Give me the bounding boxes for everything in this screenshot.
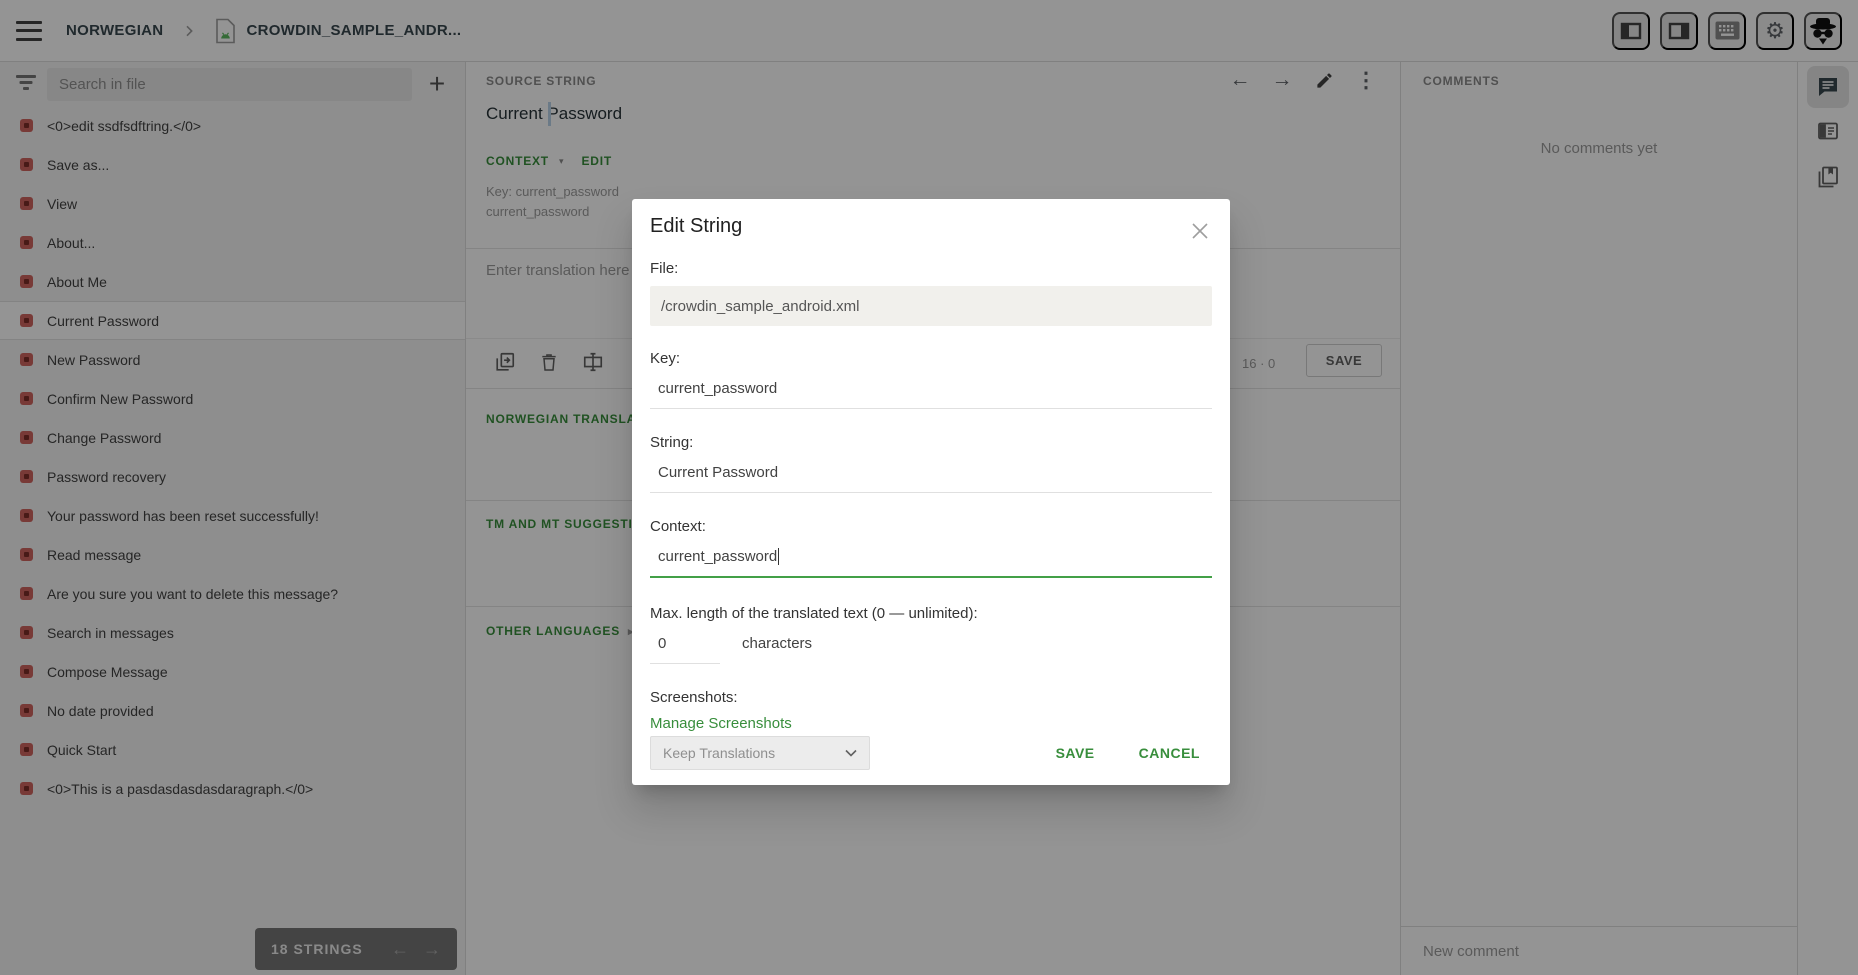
max-length-unit: characters	[742, 635, 812, 652]
string-input[interactable]: Current Password	[650, 451, 1212, 493]
max-length-input[interactable]: 0	[650, 622, 720, 664]
text-caret	[778, 548, 779, 565]
keep-translations-select[interactable]: Keep Translations	[650, 736, 870, 770]
file-field[interactable]: /crowdin_sample_android.xml	[650, 286, 1212, 326]
chevron-down-icon	[845, 749, 857, 757]
context-input[interactable]: current_password	[650, 535, 1212, 578]
file-label: File:	[650, 260, 1212, 277]
context-label: Context:	[650, 518, 1212, 535]
screenshots-label: Screenshots:	[650, 689, 1212, 706]
save-button[interactable]: SAVE	[1056, 745, 1095, 761]
edit-string-modal: Edit String File: /crowdin_sample_androi…	[632, 199, 1230, 785]
close-icon[interactable]	[1186, 217, 1214, 245]
key-label: Key:	[650, 350, 1212, 367]
modal-title: Edit String	[650, 199, 1212, 238]
max-length-label: Max. length of the translated text (0 — …	[650, 605, 1212, 622]
string-label: String:	[650, 434, 1212, 451]
manage-screenshots-link[interactable]: Manage Screenshots	[650, 715, 792, 732]
cancel-button[interactable]: CANCEL	[1139, 745, 1200, 761]
key-input[interactable]: current_password	[650, 367, 1212, 409]
